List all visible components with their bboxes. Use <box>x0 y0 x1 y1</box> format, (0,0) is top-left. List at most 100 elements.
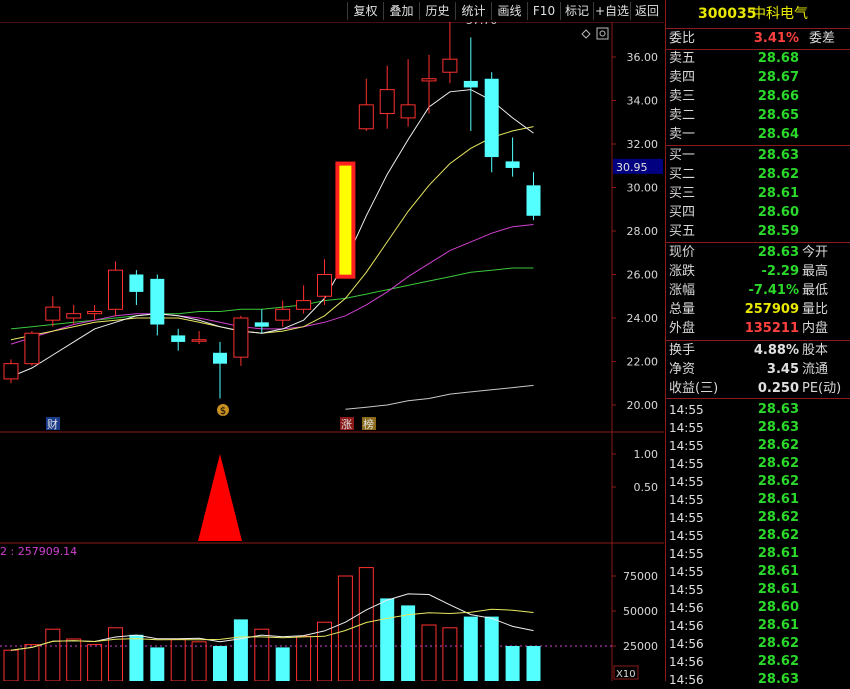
tick-row: 14:56 28.60 <box>666 599 850 617</box>
bid-row-label: 买二 <box>669 167 696 182</box>
stat-row: 收益(三) 0.250 PE(动) <box>666 380 850 398</box>
quote-row-label: 涨跌 <box>669 264 696 279</box>
divider <box>666 340 850 341</box>
bid-row-label: 买一 <box>669 148 696 163</box>
quote-row-label: 涨幅 <box>669 283 696 298</box>
ask-row-value: 28.65 <box>757 108 799 123</box>
stat-row-right-label: 股本 <box>802 343 829 358</box>
bid-row: 买一 28.63 <box>666 147 850 165</box>
volume-bar <box>275 647 290 681</box>
candle-body <box>358 104 374 130</box>
tick-row: 14:55 28.62 <box>666 509 850 527</box>
toolbar-lishi-button[interactable]: 历史 <box>419 2 455 20</box>
volume-axis-label: 50000 <box>623 605 658 618</box>
tick-time: 14:56 <box>669 637 704 651</box>
volume-bar <box>421 624 437 681</box>
tick-row: 14:56 28.62 <box>666 635 850 653</box>
tick-price: 28.61 <box>757 564 799 579</box>
quote-row-value: -7.41% <box>748 283 800 298</box>
toolbar-back-button[interactable]: 返回 <box>630 2 663 20</box>
ma-long-line <box>345 384 534 410</box>
weibi-value: 3.41% <box>753 31 799 46</box>
indicator-signal-triangle <box>198 454 242 541</box>
quote-row-right-label: 量比 <box>802 302 829 317</box>
stat-row-right-label: PE(动) <box>802 381 842 396</box>
settings-box-icon <box>596 27 609 40</box>
bid-row: 买三 28.61 <box>666 185 850 203</box>
toolbar-biaoji-button[interactable]: 标记 <box>560 2 593 20</box>
volume-axis-label: 75000 <box>623 570 658 583</box>
ask-row: 卖五 28.68 <box>666 50 850 68</box>
tick-price: 28.62 <box>757 528 799 543</box>
quote-row-value: 135211 <box>744 321 799 336</box>
money-bag-icon-glyph: $ <box>220 406 226 417</box>
tick-row: 14:55 28.61 <box>666 581 850 599</box>
volume-bar <box>170 638 186 681</box>
toolbar-huaxian-button[interactable]: 画线 <box>491 2 527 20</box>
candle-body <box>171 335 186 342</box>
tick-row: 14:55 28.62 <box>666 455 850 473</box>
candle-body <box>400 104 416 119</box>
volume-bar <box>484 616 499 681</box>
tick-time: 14:55 <box>669 493 704 507</box>
volume-bar <box>213 646 227 681</box>
candle-body <box>254 322 269 327</box>
toolbar-add-watchlist-button[interactable]: +自选 <box>593 2 630 20</box>
volume-bar <box>66 638 82 681</box>
tick-time: 14:55 <box>669 439 704 453</box>
volume-label: 2 : 257909.14 <box>0 545 77 558</box>
tick-time: 14:56 <box>669 673 704 687</box>
stat-row-right-label: 流通 <box>802 362 829 377</box>
volume-bar <box>150 647 165 681</box>
kline-chart[interactable]: 36.00 34.00 32.00 30.00 28.00 26.00 24.00 22.00… <box>0 22 664 681</box>
ask-row-label: 卖四 <box>669 70 696 85</box>
tick-row: 14:56 28.62 <box>666 653 850 671</box>
ask-row-value: 28.68 <box>757 51 799 66</box>
candle-body <box>526 185 541 216</box>
divider <box>666 398 850 399</box>
volume-multiplier-label: X10 <box>616 669 636 680</box>
quote-row-label: 外盘 <box>669 321 696 336</box>
diamond-icon <box>581 29 591 39</box>
ask-row-value: 28.66 <box>757 89 799 104</box>
ma-white-line <box>10 89 534 378</box>
candle-body <box>213 352 227 364</box>
ask-row-label: 卖二 <box>669 108 696 123</box>
volume-bar <box>24 644 40 681</box>
volume-bar <box>526 646 541 681</box>
marker-bang-label: 榜 <box>363 417 374 431</box>
volume-bar <box>191 641 207 681</box>
quote-row-label: 总量 <box>669 302 696 317</box>
quote-row-value: 28.63 <box>757 245 799 260</box>
candle-body <box>150 278 165 325</box>
stat-row: 净资 3.45 流通 <box>666 361 850 379</box>
stat-row-value: 3.45 <box>766 362 799 377</box>
volume-bar <box>401 605 416 681</box>
toolbar-tongji-button[interactable]: 统计 <box>455 2 491 20</box>
toolbar-f10-button[interactable]: F10 <box>527 2 560 20</box>
chart-toolbar: 复权 叠加 历史 统计 画线 F10 标记 +自选 返回 <box>0 0 664 22</box>
bid-row: 买二 28.62 <box>666 166 850 184</box>
candle-body <box>275 308 291 321</box>
tick-row: 14:55 28.61 <box>666 545 850 563</box>
toolbar-fuquan-button[interactable]: 复权 <box>347 2 383 20</box>
stock-name: 中科电气 <box>752 6 808 22</box>
candle-body-limit-up <box>335 161 356 279</box>
divider <box>666 242 850 243</box>
tick-price: 28.61 <box>757 618 799 633</box>
weicha-label: 委差 <box>808 31 835 46</box>
volume-bar <box>45 628 61 681</box>
settings-gear-icon <box>599 30 606 37</box>
toolbar-diejia-button[interactable]: 叠加 <box>383 2 419 20</box>
volume-bar <box>233 619 248 681</box>
candle-body <box>484 78 499 158</box>
tick-row: 14:56 28.61 <box>666 617 850 635</box>
quote-row-value: -2.29 <box>761 264 799 279</box>
weibi-row: 委比 3.41% 委差 <box>666 30 850 48</box>
divider <box>666 28 850 29</box>
tick-price: 28.61 <box>757 492 799 507</box>
ask-row: 卖二 28.65 <box>666 107 850 125</box>
candle-body <box>3 363 19 380</box>
tick-price: 28.61 <box>757 582 799 597</box>
tick-time: 14:55 <box>669 529 704 543</box>
